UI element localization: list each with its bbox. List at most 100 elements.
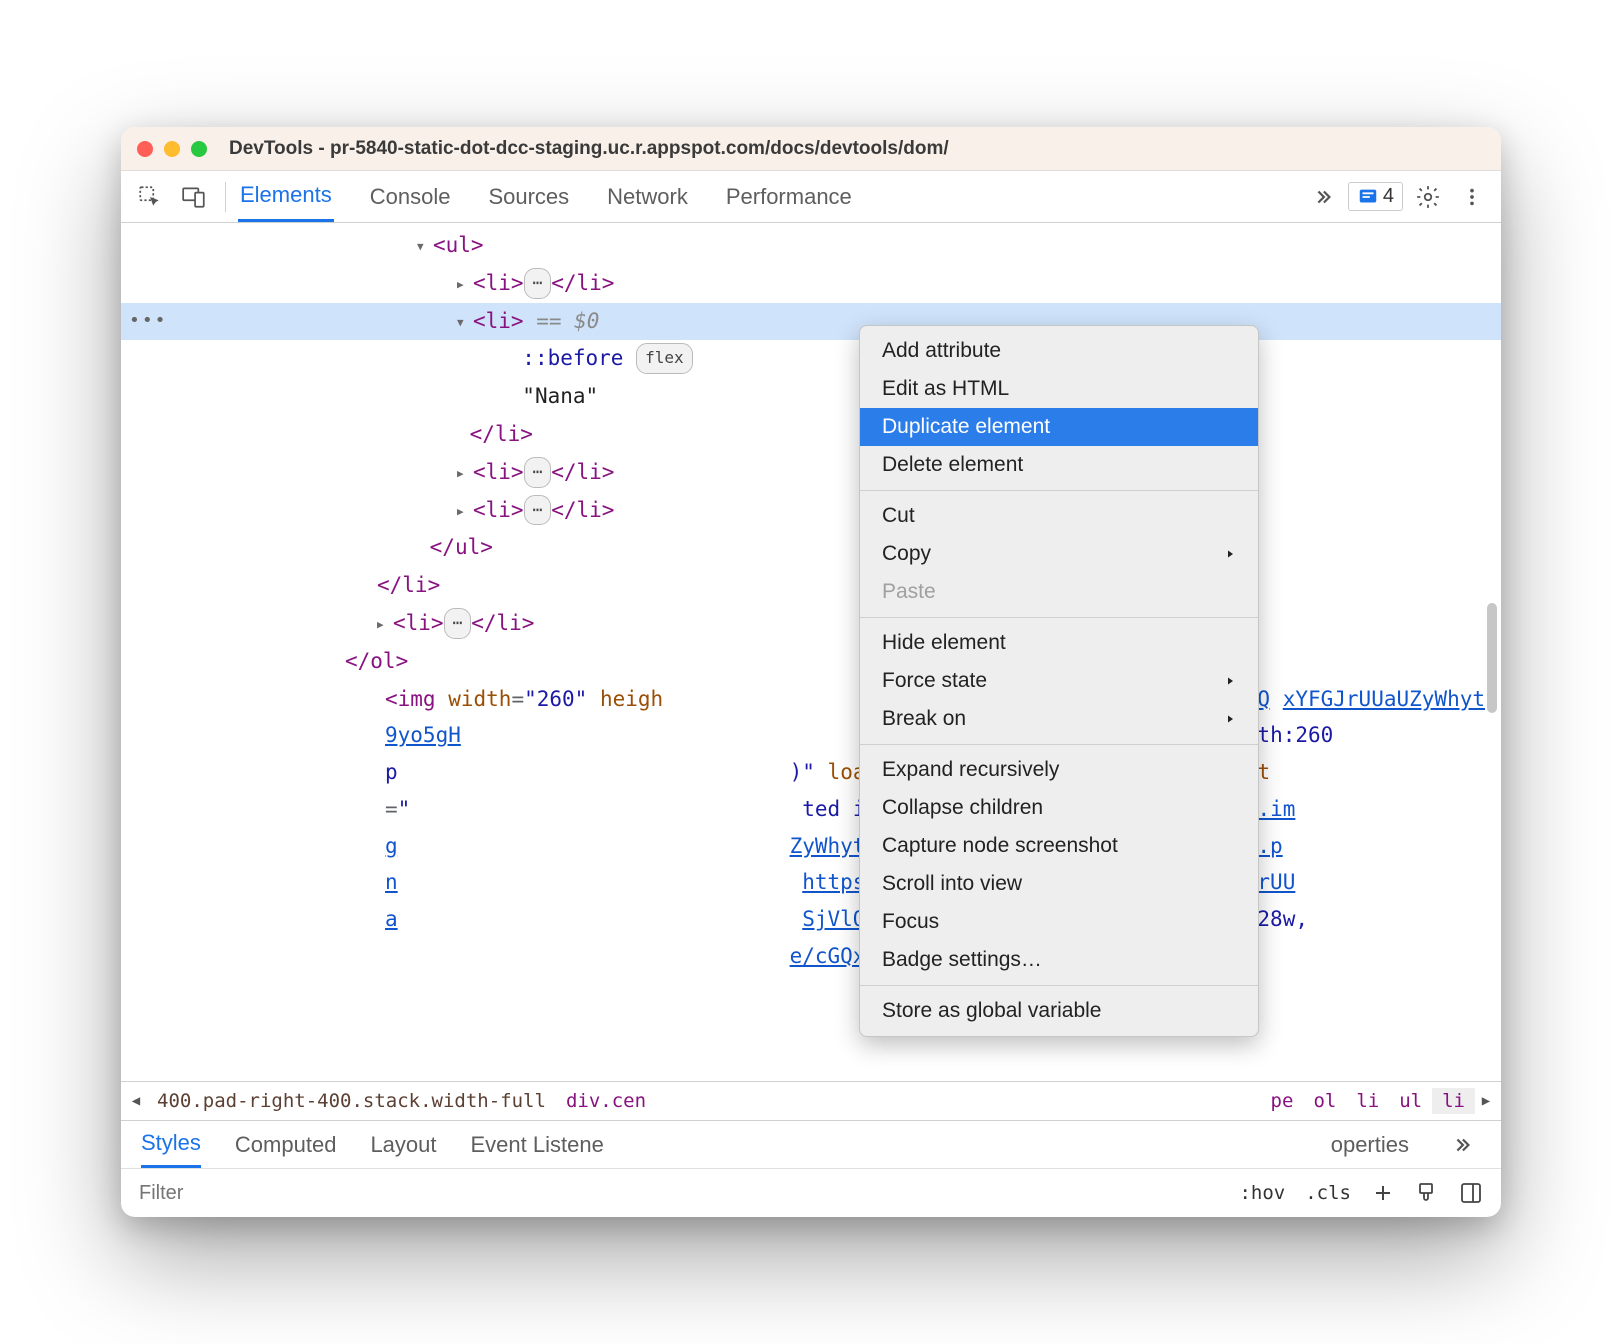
dom-node-li-selected[interactable]: ••• <li> == $0: [121, 303, 1501, 341]
context-menu-item-label: Hide element: [882, 631, 1006, 655]
tab-network[interactable]: Network: [605, 171, 690, 222]
tab-console[interactable]: Console: [368, 171, 453, 222]
dom-node-ul[interactable]: <ul>: [121, 227, 1501, 265]
styles-filter-input[interactable]: [139, 1182, 1225, 1205]
breadcrumb-segment[interactable]: ol: [1303, 1090, 1346, 1112]
context-menu-separator: [860, 617, 1258, 618]
dom-node-li-collapsed-2[interactable]: <li>⋯</li>: [121, 454, 1501, 492]
context-menu-item[interactable]: Expand recursively: [860, 751, 1258, 789]
context-menu-separator: [860, 744, 1258, 745]
context-menu-separator: [860, 490, 1258, 491]
context-menu-item[interactable]: Delete element: [860, 446, 1258, 484]
breadcrumb-left-icon[interactable]: ◀: [125, 1093, 147, 1109]
close-window-button[interactable]: [137, 141, 153, 157]
breadcrumb-segment[interactable]: div.cen: [556, 1090, 656, 1112]
context-menu-item[interactable]: Duplicate element: [860, 408, 1258, 446]
context-menu-item[interactable]: Break on: [860, 700, 1258, 738]
context-menu-item-label: Store as global variable: [882, 999, 1101, 1023]
context-menu-item-label: Capture node screenshot: [882, 834, 1118, 858]
dom-node-ol-close[interactable]: </ol>: [121, 643, 1501, 681]
more-subtabs-icon[interactable]: [1443, 1126, 1481, 1164]
chevron-right-icon: [1224, 547, 1236, 561]
subtab-layout[interactable]: Layout: [370, 1121, 436, 1168]
context-menu-item: Paste: [860, 573, 1258, 611]
context-menu-item[interactable]: Force state: [860, 662, 1258, 700]
cls-toggle[interactable]: .cls: [1305, 1182, 1351, 1204]
subtab-computed[interactable]: Computed: [235, 1121, 337, 1168]
more-tabs-icon[interactable]: [1304, 178, 1342, 216]
context-menu-item[interactable]: Hide element: [860, 624, 1258, 662]
styles-subtabs: Styles Computed Layout Event Listene ope…: [121, 1121, 1501, 1169]
context-menu-item-label: Delete element: [882, 453, 1023, 477]
context-menu-item-label: Edit as HTML: [882, 377, 1009, 401]
context-menu-item-label: Copy: [882, 542, 931, 566]
issues-count: 4: [1383, 185, 1394, 208]
chevron-right-icon: [1224, 674, 1236, 688]
elements-panel[interactable]: <ul> <li>⋯</li> ••• <li> == $0 ::before …: [121, 223, 1501, 1081]
dom-node-li-close-outer[interactable]: </li>: [121, 567, 1501, 605]
breadcrumbs[interactable]: ◀ 400.pad-right-400.stack.width-full div…: [121, 1081, 1501, 1121]
dom-text-nana[interactable]: "Nana": [121, 378, 1501, 416]
settings-icon[interactable]: [1409, 178, 1447, 216]
device-toggle-icon[interactable]: [175, 178, 213, 216]
context-menu-item[interactable]: Store as global variable: [860, 992, 1258, 1030]
dom-node-li-collapsed-3[interactable]: <li>⋯</li>: [121, 492, 1501, 530]
context-menu-item[interactable]: Edit as HTML: [860, 370, 1258, 408]
subtab-styles[interactable]: Styles: [141, 1121, 201, 1168]
chevron-right-icon: [1224, 712, 1236, 726]
context-menu-item-label: Expand recursively: [882, 758, 1059, 782]
styles-filter-row: :hov .cls: [121, 1169, 1501, 1217]
context-menu-item[interactable]: Scroll into view: [860, 865, 1258, 903]
context-menu-item[interactable]: Capture node screenshot: [860, 827, 1258, 865]
tab-sources[interactable]: Sources: [486, 171, 571, 222]
vertical-scrollbar[interactable]: [1487, 603, 1497, 713]
context-menu-item-label: Add attribute: [882, 339, 1001, 363]
subtab-event-listeners[interactable]: Event Listene: [471, 1121, 604, 1168]
main-tabs: Elements Console Sources Network Perform…: [238, 171, 854, 222]
subtab-properties[interactable]: operties: [1331, 1121, 1409, 1168]
dom-pseudo-before[interactable]: ::before flex: [121, 340, 1501, 378]
context-menu-separator: [860, 985, 1258, 986]
new-style-rule-icon[interactable]: [1371, 1181, 1395, 1205]
kebab-menu-icon[interactable]: [1453, 178, 1491, 216]
inspect-icon[interactable]: [131, 178, 169, 216]
context-menu-item[interactable]: Focus: [860, 903, 1258, 941]
breadcrumb-segment[interactable]: ul: [1389, 1090, 1432, 1112]
context-menu-item-label: Collapse children: [882, 796, 1043, 820]
breadcrumb-segment[interactable]: 400.pad-right-400.stack.width-full: [147, 1090, 556, 1112]
dom-node-li-collapsed-4[interactable]: <li>⋯</li>: [121, 605, 1501, 643]
context-menu-item[interactable]: Copy: [860, 535, 1258, 573]
breadcrumb-segment[interactable]: pe: [1261, 1090, 1304, 1112]
hov-toggle[interactable]: :hov: [1239, 1182, 1285, 1204]
zoom-window-button[interactable]: [191, 141, 207, 157]
issues-badge[interactable]: 4: [1348, 182, 1403, 211]
dom-node-ul-close[interactable]: </ul>: [121, 529, 1501, 567]
dom-node-img[interactable]: <img width="260" heigh gix.net/image/cGQ…: [121, 681, 1501, 975]
context-menu-item[interactable]: Badge settings…: [860, 941, 1258, 979]
toolbar-separator: [225, 182, 226, 212]
context-menu-item-label: Badge settings…: [882, 948, 1042, 972]
breadcrumb-segment[interactable]: li: [1346, 1090, 1389, 1112]
dom-node-li-collapsed[interactable]: <li>⋯</li>: [121, 265, 1501, 303]
computed-panel-icon[interactable]: [1459, 1181, 1483, 1205]
tab-elements[interactable]: Elements: [238, 171, 334, 222]
context-menu-item[interactable]: Add attribute: [860, 332, 1258, 370]
main-toolbar: Elements Console Sources Network Perform…: [121, 171, 1501, 223]
context-menu-item-label: Cut: [882, 504, 915, 528]
context-menu-item-label: Break on: [882, 707, 966, 731]
breadcrumb-segment-selected[interactable]: li: [1432, 1088, 1475, 1114]
paint-brush-icon[interactable]: [1415, 1181, 1439, 1205]
dom-node-li-close[interactable]: </li>: [121, 416, 1501, 454]
context-menu-item[interactable]: Cut: [860, 497, 1258, 535]
breadcrumb-right-icon[interactable]: ▶: [1475, 1093, 1497, 1109]
minimize-window-button[interactable]: [164, 141, 180, 157]
devtools-window: DevTools - pr-5840-static-dot-dcc-stagin…: [121, 127, 1501, 1217]
context-menu-item-label: Focus: [882, 910, 939, 934]
titlebar: DevTools - pr-5840-static-dot-dcc-stagin…: [121, 127, 1501, 171]
gutter-dots-icon: •••: [129, 305, 168, 337]
context-menu-item-label: Paste: [882, 580, 936, 604]
context-menu-item-label: Duplicate element: [882, 415, 1050, 439]
context-menu: Add attribute Edit as HTML Duplicate eleme…: [859, 325, 1259, 1037]
tab-performance[interactable]: Performance: [724, 171, 854, 222]
context-menu-item[interactable]: Collapse children: [860, 789, 1258, 827]
